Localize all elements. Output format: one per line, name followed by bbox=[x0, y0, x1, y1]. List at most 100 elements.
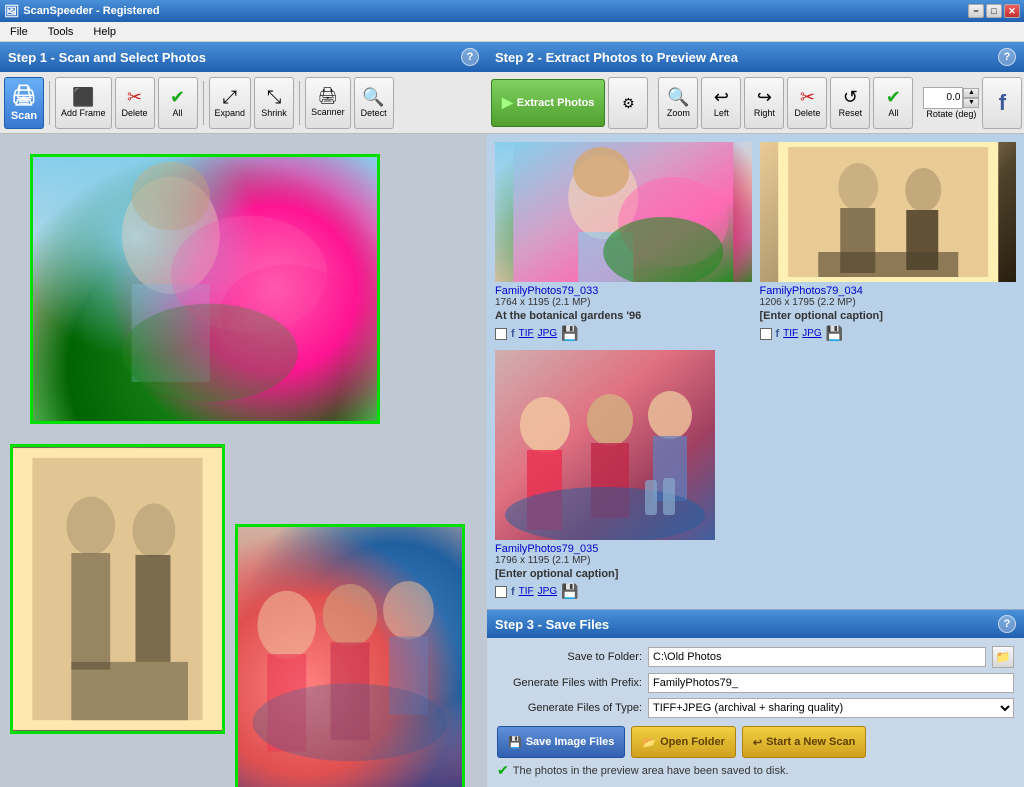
rotate-right-button[interactable]: ↪ Right bbox=[744, 77, 784, 129]
save-icon-3[interactable]: 💾 bbox=[561, 583, 578, 600]
folder-icon: 📂 bbox=[642, 736, 656, 749]
preview-empty-space bbox=[723, 350, 1016, 600]
right-panel: Step 2 - Extract Photos to Preview Area … bbox=[487, 42, 1024, 787]
settings-button[interactable]: ⚙ bbox=[608, 77, 648, 129]
facebook-icon-1[interactable]: f bbox=[511, 328, 515, 340]
step2-all-button[interactable]: ✔ All bbox=[873, 77, 913, 129]
scan-area bbox=[0, 134, 487, 787]
prefix-input[interactable] bbox=[648, 673, 1014, 693]
rotate-control: ▲ ▼ Rotate (deg) bbox=[923, 87, 979, 119]
step2-title: Step 2 - Extract Photos to Preview Area bbox=[495, 50, 738, 65]
file-type-select[interactable]: TIFF+JPEG (archival + sharing quality) J… bbox=[648, 698, 1014, 718]
detect-button[interactable]: 🔍 Detect bbox=[354, 77, 394, 129]
open-folder-button[interactable]: 📂 Open Folder bbox=[631, 726, 735, 758]
shrink-button[interactable]: ⤡ Shrink bbox=[254, 77, 294, 129]
preview-dimensions-2: 1206 x 1795 (2.2 MP) bbox=[760, 297, 1017, 308]
step3-title: Step 3 - Save Files bbox=[495, 617, 609, 632]
girls-group-image bbox=[238, 527, 462, 787]
zoom-button[interactable]: 🔍 Zoom bbox=[658, 77, 698, 129]
facebook-icon-3[interactable]: f bbox=[511, 586, 515, 598]
tif-link-1[interactable]: TIF bbox=[519, 328, 534, 339]
preview-row-2: FamilyPhotos79_035 1796 x 1195 (2.1 MP) … bbox=[495, 350, 1016, 600]
preview-caption-2[interactable]: [Enter optional caption] bbox=[760, 310, 1017, 322]
old-men-image bbox=[13, 447, 222, 731]
status-check-icon: ✔ bbox=[497, 762, 509, 779]
folder-input[interactable] bbox=[648, 647, 986, 667]
new-scan-icon: ↩ bbox=[753, 736, 762, 749]
main-content: Step 1 - Scan and Select Photos ? 🖨 Scan… bbox=[0, 42, 1024, 787]
preview-item-3: FamilyPhotos79_035 1796 x 1195 (2.1 MP) … bbox=[495, 350, 715, 600]
scanner-button[interactable]: 🖨 Scanner bbox=[305, 77, 351, 129]
jpg-link-3[interactable]: JPG bbox=[538, 586, 557, 597]
scan-photo-girls-group[interactable] bbox=[235, 524, 465, 787]
step2-help-icon[interactable]: ? bbox=[998, 48, 1016, 66]
save-icon-1[interactable]: 💾 bbox=[561, 325, 578, 342]
preview-item-1: FamilyPhotos79_033 1764 x 1195 (2.1 MP) … bbox=[495, 142, 752, 342]
preview-actions-3: f TIF JPG 💾 bbox=[495, 583, 715, 600]
girl-flowers-image bbox=[33, 157, 377, 421]
title-bar: 🖼 ScanSpeeder - Registered − □ ✕ bbox=[0, 0, 1024, 22]
rotate-input[interactable] bbox=[923, 87, 963, 109]
step1-title: Step 1 - Scan and Select Photos bbox=[8, 50, 206, 65]
left-panel: Step 1 - Scan and Select Photos ? 🖨 Scan… bbox=[0, 42, 487, 787]
app-title: ScanSpeeder - Registered bbox=[23, 5, 159, 17]
prefix-row: Generate Files with Prefix: bbox=[497, 673, 1014, 693]
preview-item-2: FamilyPhotos79_034 1206 x 1795 (2.2 MP) … bbox=[760, 142, 1017, 342]
toolbar-separator-2 bbox=[203, 81, 204, 125]
browse-folder-button[interactable]: 📁 bbox=[992, 646, 1014, 668]
minimize-button[interactable]: − bbox=[968, 4, 984, 18]
rotate-down-button[interactable]: ▼ bbox=[963, 98, 979, 108]
save-icon-2[interactable]: 💾 bbox=[826, 325, 843, 342]
preview-thumb-1[interactable] bbox=[495, 142, 752, 282]
add-frame-button[interactable]: ⬛ Add Frame bbox=[55, 77, 112, 129]
extract-photos-button[interactable]: ▶ Extract Photos bbox=[491, 79, 605, 127]
menu-help[interactable]: Help bbox=[87, 24, 122, 40]
reset-button[interactable]: ↺ Reset bbox=[830, 77, 870, 129]
type-row: Generate Files of Type: TIFF+JPEG (archi… bbox=[497, 698, 1014, 718]
step2-delete-button[interactable]: ✂ Delete bbox=[787, 77, 827, 129]
rotate-up-button[interactable]: ▲ bbox=[963, 88, 979, 98]
maximize-button[interactable]: □ bbox=[986, 4, 1002, 18]
jpg-link-2[interactable]: JPG bbox=[802, 328, 821, 339]
expand-button[interactable]: ⤢ Expand bbox=[209, 77, 252, 129]
folder-row: Save to Folder: 📁 bbox=[497, 646, 1014, 668]
title-bar-controls: − □ ✕ bbox=[968, 4, 1020, 18]
scan-photo-girl-flowers[interactable] bbox=[30, 154, 380, 424]
scan-photo-old-men[interactable] bbox=[10, 444, 225, 734]
delete-button[interactable]: ✂ Delete bbox=[115, 77, 155, 129]
save-image-files-button[interactable]: 💾 Save Image Files bbox=[497, 726, 625, 758]
start-new-scan-button[interactable]: ↩ Start a New Scan bbox=[742, 726, 866, 758]
facebook-button[interactable]: f bbox=[982, 77, 1022, 129]
tif-link-3[interactable]: TIF bbox=[519, 586, 534, 597]
preview-caption-1[interactable]: At the botanical gardens '96 bbox=[495, 310, 752, 322]
title-bar-left: 🖼 ScanSpeeder - Registered bbox=[4, 4, 160, 18]
folder-label: Save to Folder: bbox=[497, 651, 642, 663]
step2-toolbar: ▶ Extract Photos ⚙ 🔍 Zoom ↩ Left ↪ Right… bbox=[487, 72, 1024, 134]
preview-filename-1[interactable]: FamilyPhotos79_033 bbox=[495, 285, 752, 297]
menu-tools[interactable]: Tools bbox=[42, 24, 80, 40]
jpg-link-1[interactable]: JPG bbox=[538, 328, 557, 339]
extract-arrow-icon: ▶ bbox=[502, 94, 513, 111]
close-button[interactable]: ✕ bbox=[1004, 4, 1020, 18]
preview-thumb-3[interactable] bbox=[495, 350, 715, 540]
preview-checkbox-3[interactable] bbox=[495, 586, 507, 598]
preview-checkbox-2[interactable] bbox=[760, 328, 772, 340]
all-button[interactable]: ✔ All bbox=[158, 77, 198, 129]
preview-filename-3[interactable]: FamilyPhotos79_035 bbox=[495, 543, 715, 555]
rotate-left-button[interactable]: ↩ Left bbox=[701, 77, 741, 129]
preview-caption-3[interactable]: [Enter optional caption] bbox=[495, 568, 715, 580]
tif-link-2[interactable]: TIF bbox=[783, 328, 798, 339]
preview-filename-2[interactable]: FamilyPhotos79_034 bbox=[760, 285, 1017, 297]
preview-dimensions-1: 1764 x 1195 (2.1 MP) bbox=[495, 297, 752, 308]
scan-button[interactable]: 🖨 Scan bbox=[4, 77, 44, 129]
menu-file[interactable]: File bbox=[4, 24, 34, 40]
save-icon: 💾 bbox=[508, 736, 522, 749]
step1-help-icon[interactable]: ? bbox=[461, 48, 479, 66]
preview-thumb-2[interactable] bbox=[760, 142, 1017, 282]
step3-help-icon[interactable]: ? bbox=[998, 615, 1016, 633]
facebook-icon-2[interactable]: f bbox=[776, 328, 780, 340]
preview-checkbox-1[interactable] bbox=[495, 328, 507, 340]
toolbar-separator-3 bbox=[299, 81, 300, 125]
toolbar-separator-1 bbox=[49, 81, 50, 125]
step3-header: Step 3 - Save Files ? bbox=[487, 610, 1024, 638]
